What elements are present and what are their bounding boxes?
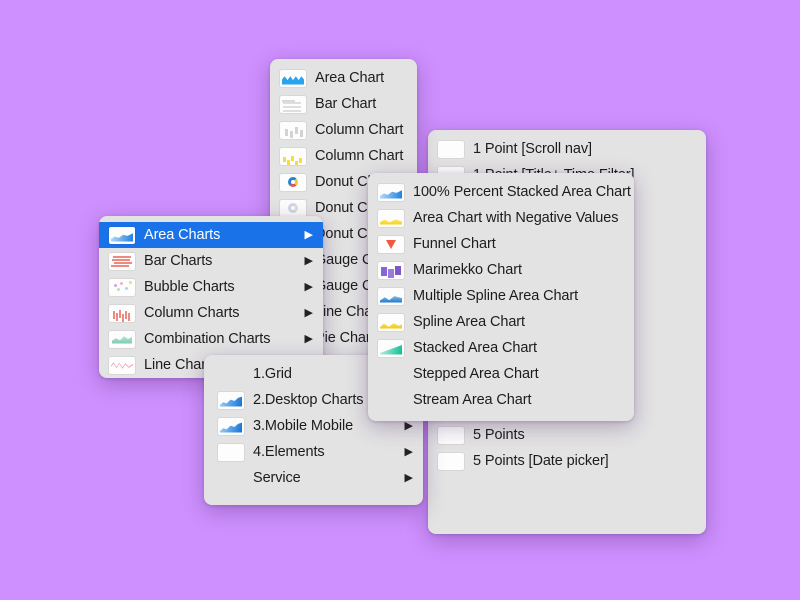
menu-item-label: Column Charts xyxy=(144,305,240,321)
menu-item-label: 1 Point [Scroll nav] xyxy=(473,141,592,157)
donut-faint-thumb-icon xyxy=(280,199,306,217)
menu-item-label: Marimekko Chart xyxy=(413,262,522,278)
combination-chart-thumb-icon xyxy=(109,330,135,348)
blank-thumb-icon xyxy=(438,140,464,158)
stepped-thumb-icon xyxy=(378,366,404,383)
menu-item[interactable]: 5 Points xyxy=(428,422,706,448)
menu-item-combination-charts[interactable]: Combination Charts ▶ xyxy=(99,326,323,352)
menu-item-label: 3.Mobile Mobile xyxy=(253,418,354,434)
desktop-charts-thumb-icon xyxy=(218,391,244,409)
mobile-charts-thumb-icon xyxy=(218,417,244,435)
funnel-thumb-icon xyxy=(378,235,404,253)
donut-thumb-icon xyxy=(280,173,306,191)
chevron-right-icon: ▶ xyxy=(304,333,313,345)
menu-item[interactable]: Area Chart xyxy=(270,65,417,91)
menu-item-label: 5 Points xyxy=(473,427,525,443)
menu-item[interactable]: Marimekko Chart xyxy=(368,257,634,283)
menu-item-service[interactable]: Service ▶ xyxy=(204,465,423,491)
menu-item-bubble-charts[interactable]: Bubble Charts ▶ xyxy=(99,274,323,300)
area-variants-menu[interactable]: 100% Percent Stacked Area Chart Area Cha… xyxy=(368,173,634,421)
line-chart-thumb-icon xyxy=(109,356,135,374)
no-icon xyxy=(218,470,244,487)
chevron-right-icon: ▶ xyxy=(304,281,313,293)
menu-item[interactable]: 5 Points [Date picker] xyxy=(428,448,706,474)
menu-item[interactable]: Area Chart with Negative Values xyxy=(368,205,634,231)
menu-item-label: Area Chart xyxy=(315,70,385,86)
menu-item-label: Area Charts xyxy=(144,227,221,243)
menu-item[interactable]: Column Chart xyxy=(270,117,417,143)
menu-item-area-charts[interactable]: Area Charts ▶ xyxy=(99,222,323,248)
no-icon xyxy=(218,366,244,383)
column-yellow-thumb-icon xyxy=(280,147,306,165)
stacked-teal-thumb-icon xyxy=(378,339,404,357)
bar-rows-thumb-icon xyxy=(280,95,306,113)
chevron-right-icon: ▶ xyxy=(404,446,413,458)
menu-item-label: 2.Desktop Charts xyxy=(253,392,364,408)
menu-item[interactable]: Stream Area Chart xyxy=(368,387,634,413)
menu-item-label: 5 Points [Date picker] xyxy=(473,453,609,469)
wave-area-thumb-icon xyxy=(280,69,306,87)
stream-thumb-icon xyxy=(378,392,404,409)
chevron-right-icon: ▶ xyxy=(304,255,313,267)
menu-item-column-charts[interactable]: Column Charts ▶ xyxy=(99,300,323,326)
menu-item[interactable]: Stacked Area Chart xyxy=(368,335,634,361)
bar-chart-thumb-icon xyxy=(109,252,135,270)
menu-item-label: Funnel Chart xyxy=(413,236,496,252)
column-gray-thumb-icon xyxy=(280,121,306,139)
area-yellow-thumb-icon xyxy=(378,209,404,227)
chevron-right-icon: ▶ xyxy=(304,307,313,319)
bubble-chart-thumb-icon xyxy=(109,278,135,296)
menu-item-label: Spline Area Chart xyxy=(413,314,525,330)
menu-item-label: Stepped Area Chart xyxy=(413,366,539,382)
menu-item[interactable]: 1 Point [Scroll nav] xyxy=(428,136,706,162)
menu-item[interactable]: Funnel Chart xyxy=(368,231,634,257)
column-chart-thumb-icon xyxy=(109,304,135,322)
menu-item-label: Area Chart with Negative Values xyxy=(413,210,619,226)
menu-item[interactable]: Spline Area Chart xyxy=(368,309,634,335)
menu-item[interactable]: Multiple Spline Area Chart xyxy=(368,283,634,309)
menu-item-label: Multiple Spline Area Chart xyxy=(413,288,579,304)
menu-item[interactable]: Bar Chart xyxy=(270,91,417,117)
blank-thumb-icon xyxy=(438,426,464,444)
marimekko-thumb-icon xyxy=(378,261,404,279)
spline-multi-thumb-icon xyxy=(378,287,404,305)
spline-yellow-thumb-icon xyxy=(378,313,404,331)
menu-item[interactable]: 100% Percent Stacked Area Chart xyxy=(368,179,634,205)
menu-item-label: Stacked Area Chart xyxy=(413,340,537,356)
menu-item[interactable]: Column Chart xyxy=(270,143,417,169)
menu-item-label: Bar Chart xyxy=(315,96,377,112)
menu-item-label: Column Chart xyxy=(315,148,404,164)
menu-item-label: Service xyxy=(253,470,301,486)
menu-item-label: Column Chart xyxy=(315,122,404,138)
chart-categories-menu[interactable]: Area Charts ▶ Bar Charts ▶ Bubble Charts… xyxy=(99,216,323,378)
menu-item-label: Pie Chart xyxy=(315,330,375,346)
blank-thumb-icon xyxy=(218,443,244,461)
area-blue-thumb-icon xyxy=(378,183,404,201)
menu-item-label: Stream Area Chart xyxy=(413,392,532,408)
app-background: 1 Point [Scroll nav] 1 Point [Title+ Tim… xyxy=(0,0,800,600)
blank-thumb-icon xyxy=(438,452,464,470)
chevron-right-icon: ▶ xyxy=(304,229,313,241)
menu-item[interactable]: Stepped Area Chart xyxy=(368,361,634,387)
menu-item-label: Bar Charts xyxy=(144,253,213,269)
chevron-right-icon: ▶ xyxy=(404,472,413,484)
menu-item-label: Bubble Charts xyxy=(144,279,235,295)
menu-item-label: Combination Charts xyxy=(144,331,271,347)
menu-item-elements[interactable]: 4.Elements ▶ xyxy=(204,439,423,465)
menu-item-bar-charts[interactable]: Bar Charts ▶ xyxy=(99,248,323,274)
menu-item-label: 100% Percent Stacked Area Chart xyxy=(413,184,631,200)
area-chart-thumb-icon xyxy=(109,226,135,244)
menu-item-label: 1.Grid xyxy=(253,366,292,382)
menu-item-label: 4.Elements xyxy=(253,444,325,460)
